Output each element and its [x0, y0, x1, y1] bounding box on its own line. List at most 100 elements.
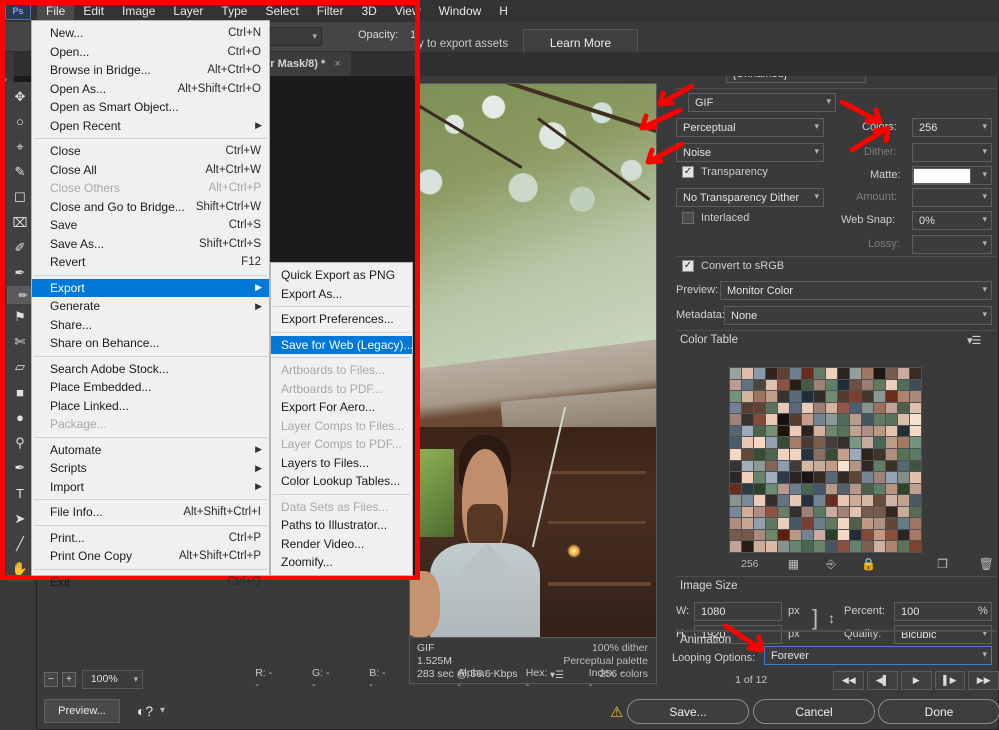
color-swatch[interactable] [754, 425, 765, 437]
menu-item-generate[interactable]: Generate ▶ [32, 297, 269, 316]
submenu-item-export-preferences[interactable]: Export Preferences... [271, 310, 412, 329]
color-swatch[interactable] [814, 425, 825, 437]
color-swatch[interactable] [886, 460, 897, 472]
color-swatch[interactable] [910, 472, 921, 483]
color-swatch[interactable] [742, 495, 753, 506]
color-swatch[interactable] [730, 391, 741, 402]
color-swatch[interactable] [742, 379, 753, 391]
submenu-item-color-lookup-tables[interactable]: Color Lookup Tables... [271, 472, 412, 491]
color-swatch[interactable] [730, 448, 741, 460]
color-swatch[interactable] [874, 472, 885, 483]
menu-item-close-and-go-to-bridge[interactable]: Close and Go to Bridge... Shift+Ctrl+W [32, 198, 269, 217]
color-swatch[interactable] [862, 391, 873, 402]
color-swatch[interactable] [754, 391, 765, 402]
color-swatch[interactable] [898, 472, 909, 483]
color-swatch[interactable] [886, 541, 897, 552]
color-swatch[interactable] [850, 483, 861, 495]
color-swatch[interactable] [730, 529, 741, 541]
color-swatch[interactable] [778, 518, 789, 529]
width-input[interactable]: 1080 [694, 602, 782, 621]
color-swatch[interactable] [766, 379, 777, 391]
color-swatch[interactable] [898, 414, 909, 425]
color-swatch[interactable] [826, 460, 837, 472]
color-swatch[interactable] [778, 368, 789, 379]
color-swatch[interactable] [790, 414, 801, 425]
menu-edit[interactable]: Edit [74, 2, 113, 20]
menu-window[interactable]: Window [430, 2, 491, 20]
color-swatch[interactable] [862, 529, 873, 541]
color-swatch[interactable] [886, 437, 897, 448]
color-swatch[interactable] [886, 391, 897, 402]
color-swatch[interactable] [862, 425, 873, 437]
menu-item-close[interactable]: Close Ctrl+W [32, 142, 269, 161]
transparency-checkbox[interactable]: ✓ Transparency [682, 166, 768, 178]
color-swatch[interactable] [802, 437, 813, 448]
color-swatch[interactable] [814, 368, 825, 379]
color-swatch[interactable] [874, 495, 885, 506]
color-swatch[interactable] [754, 379, 765, 391]
color-swatch[interactable] [874, 460, 885, 472]
transparency-dither-select[interactable]: No Transparency Dither ▾ [676, 188, 824, 207]
lasso-icon[interactable]: ⌖ [7, 134, 33, 159]
menu-item-revert[interactable]: Revert F12 [32, 253, 269, 272]
color-swatch[interactable] [754, 402, 765, 414]
color-swatch[interactable] [790, 379, 801, 391]
pen-icon[interactable]: ✒ [7, 456, 33, 481]
hand-icon[interactable]: ✋ [7, 557, 33, 582]
color-swatch[interactable] [874, 483, 885, 495]
color-swatch[interactable] [862, 448, 873, 460]
color-swatch[interactable] [826, 425, 837, 437]
color-swatch[interactable] [862, 506, 873, 518]
color-swatch[interactable] [778, 402, 789, 414]
type-icon[interactable]: T [7, 481, 33, 506]
color-swatch[interactable] [742, 506, 753, 518]
color-swatch[interactable] [802, 541, 813, 552]
color-swatch[interactable] [730, 518, 741, 529]
color-swatch[interactable] [850, 368, 861, 379]
color-swatch[interactable] [850, 437, 861, 448]
color-swatch[interactable] [766, 472, 777, 483]
move-icon[interactable]: ✥ [7, 84, 33, 109]
color-swatch[interactable] [838, 448, 849, 460]
color-swatch[interactable] [862, 518, 873, 529]
menu-filter[interactable]: Filter [308, 2, 353, 20]
color-swatch[interactable] [742, 414, 753, 425]
color-swatch[interactable] [886, 529, 897, 541]
submenu-item-render-video[interactable]: Render Video... [271, 535, 412, 554]
color-swatch[interactable] [850, 529, 861, 541]
color-swatch[interactable] [826, 391, 837, 402]
color-swatch[interactable] [814, 437, 825, 448]
color-swatch[interactable] [802, 448, 813, 460]
color-swatch[interactable] [850, 414, 861, 425]
color-swatch[interactable] [850, 460, 861, 472]
color-swatch[interactable] [850, 379, 861, 391]
color-swatch[interactable] [862, 379, 873, 391]
color-swatch[interactable] [886, 506, 897, 518]
menu-view[interactable]: View [386, 2, 430, 20]
color-swatch[interactable] [886, 425, 897, 437]
color-swatch[interactable] [838, 483, 849, 495]
color-swatch[interactable] [742, 529, 753, 541]
color-swatch[interactable] [766, 541, 777, 552]
color-swatch[interactable] [850, 448, 861, 460]
color-swatch[interactable] [850, 518, 861, 529]
color-swatch[interactable] [886, 472, 897, 483]
color-swatch[interactable] [814, 483, 825, 495]
color-swatch[interactable] [826, 518, 837, 529]
color-swatch[interactable] [730, 425, 741, 437]
color-swatch[interactable] [802, 529, 813, 541]
file-format-select[interactable]: GIF ▾ [688, 93, 836, 112]
color-swatch[interactable] [862, 437, 873, 448]
preview-image[interactable] [409, 83, 657, 638]
color-swatch[interactable] [886, 402, 897, 414]
color-swatch[interactable] [778, 483, 789, 495]
menu-item-scripts[interactable]: Scripts ▶ [32, 459, 269, 478]
color-swatch[interactable] [778, 425, 789, 437]
path-select-icon[interactable]: ➤ [7, 506, 33, 531]
color-swatch[interactable] [778, 472, 789, 483]
menu-item-search-adobe-stock[interactable]: Search Adobe Stock... [32, 360, 269, 379]
color-swatch[interactable] [754, 483, 765, 495]
chevron-down-icon[interactable]: ▾ [160, 705, 165, 716]
color-swatch[interactable] [790, 425, 801, 437]
color-swatch[interactable] [862, 483, 873, 495]
